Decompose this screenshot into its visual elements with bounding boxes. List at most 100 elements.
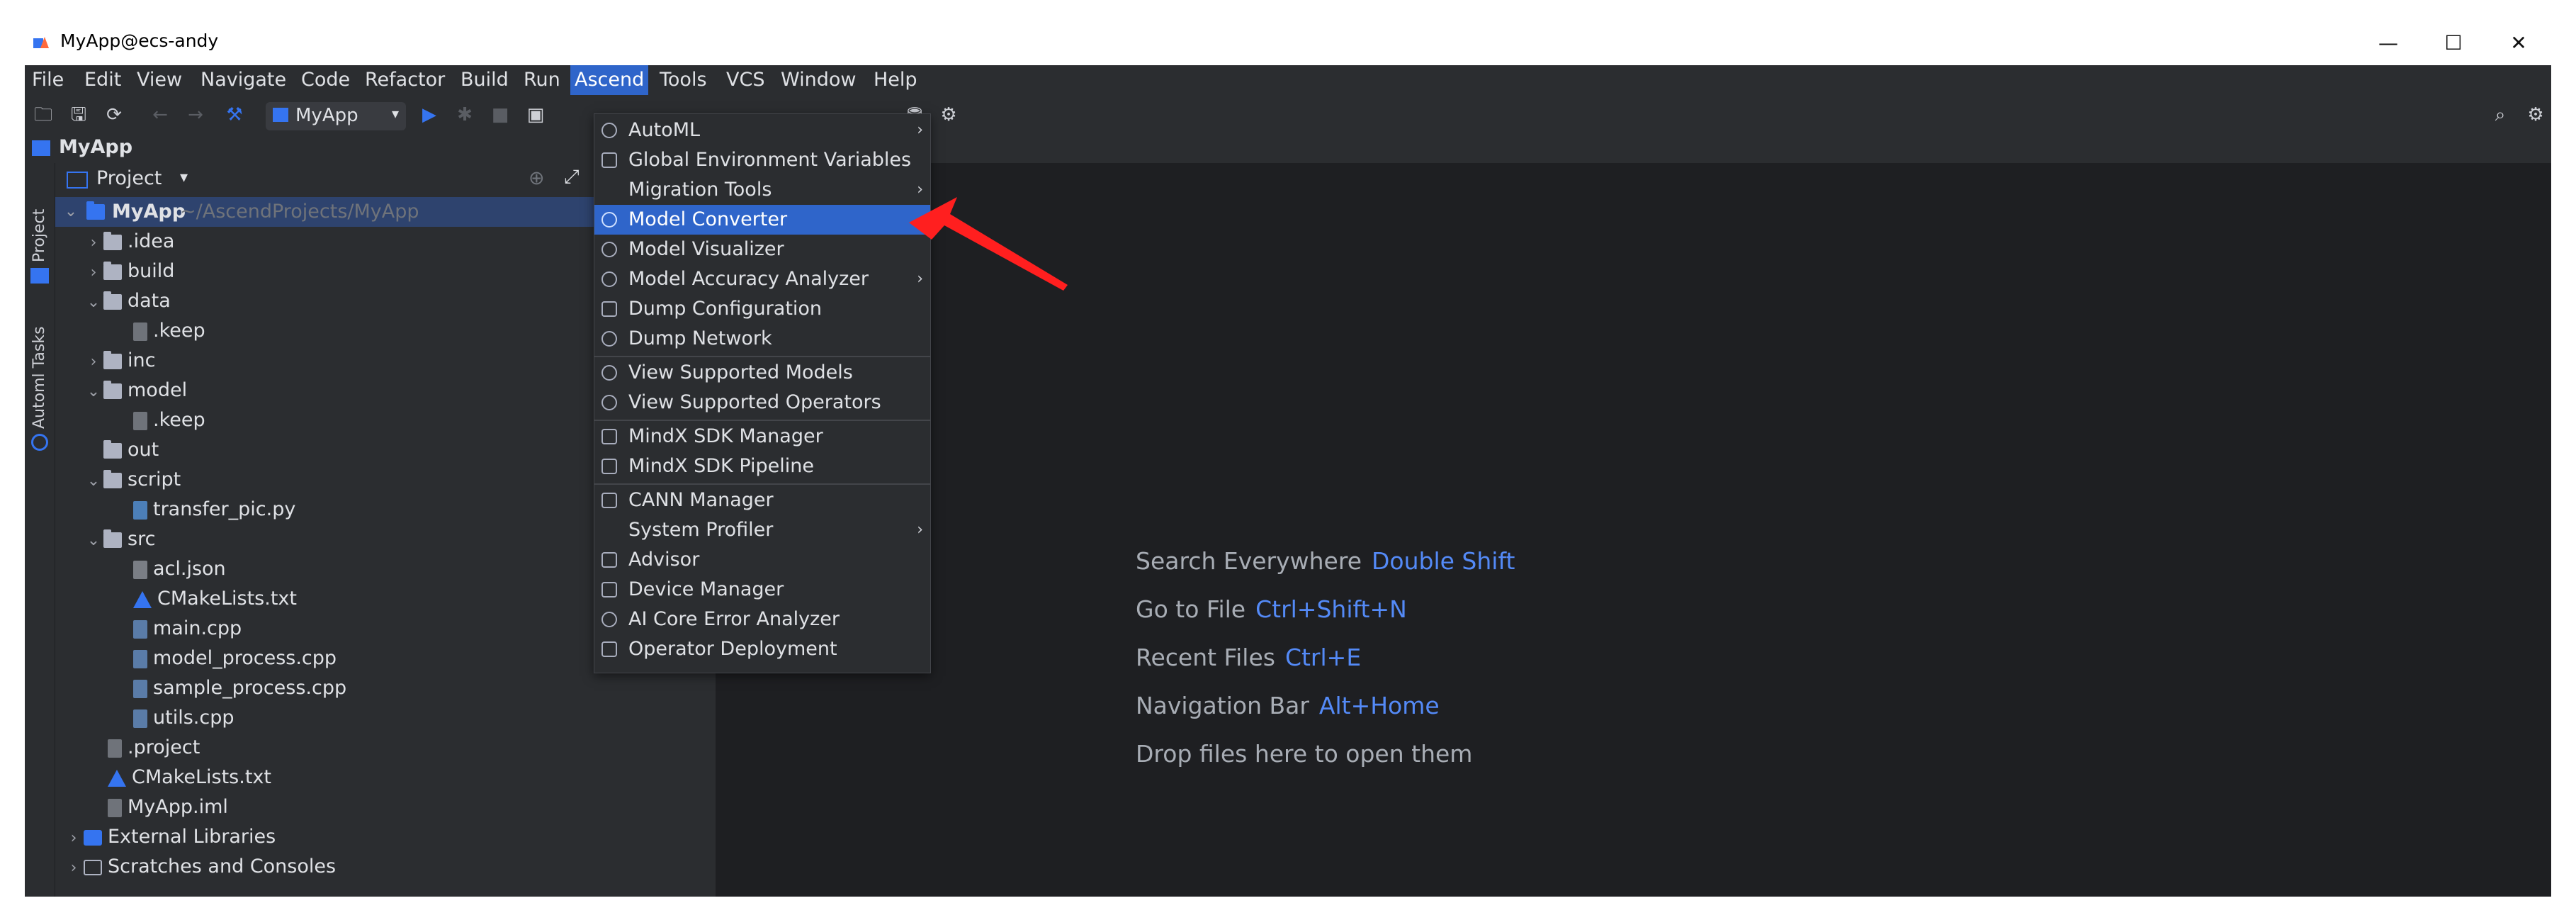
tree-item[interactable]: CMakeLists.txt [108,763,271,792]
tree-item[interactable]: CMakeLists.txt [133,584,297,614]
open-folder-icon[interactable]: 🗀 [32,103,55,126]
tab-automl-tasks[interactable]: Automl Tasks [25,319,55,432]
tree-item[interactable]: ⌄ script [84,465,181,495]
submenu-arrow-icon: › [917,121,923,139]
tree-item[interactable]: › .idea [84,227,175,258]
breadcrumb-project[interactable]: MyApp [59,136,132,158]
tree-item[interactable]: utils.cpp [133,703,234,733]
tree-item[interactable]: acl.json [133,554,226,584]
close-button[interactable]: ✕ [2486,20,2551,65]
tree-item[interactable]: › External Libraries [64,822,276,852]
tree-item[interactable]: .keep [133,405,205,435]
chevron-down-icon: ▾ [391,105,399,122]
tree-item[interactable]: ⌄ model [84,376,187,405]
ide-window: MyApp@ecs-andy — ☐ ✕ File Edit View Navi… [25,20,2551,897]
chevron-expanded-icon[interactable]: ⌄ [84,288,103,318]
menu-item-ai-core-error-analyzer[interactable]: AI Core Error Analyzer [594,605,930,634]
search-icon[interactable]: ⌕ [2489,103,2512,126]
tree-item[interactable]: ⌄ src [84,524,156,556]
chevron-right-icon[interactable]: › [84,228,103,258]
project-structure-icon[interactable]: ▣ [524,103,547,126]
tree-item[interactable]: ⌄ data [84,286,171,316]
tree-item[interactable]: › inc [84,346,156,377]
menu-item-dump-network[interactable]: Dump Network [594,324,930,354]
magnifier-icon [601,365,617,381]
project-tool-icon[interactable] [30,268,49,284]
project-file-icon [108,739,122,758]
automl-icon [601,123,617,138]
menu-item-system-profiler[interactable]: System Profiler › [594,515,930,545]
sync-icon[interactable]: ⟳ [103,103,125,126]
expand-all-icon[interactable]: ⤢ [564,166,580,189]
debug-icon[interactable]: ✱ [453,103,476,126]
tree-item[interactable]: transfer_pic.py [133,495,295,524]
tab-project[interactable]: Project [25,170,55,262]
menu-refactor[interactable]: Refactor [361,65,449,95]
project-view-label[interactable]: Project [96,167,162,189]
run-icon[interactable]: ▶ [418,103,441,126]
tree-item[interactable]: MyApp.iml [108,792,228,822]
menu-item-migration-tools[interactable]: Migration Tools › [594,175,930,205]
build-hammer-icon[interactable]: ⚒ [223,103,246,126]
menu-navigate[interactable]: Navigate [196,65,290,95]
menu-item-dump-configuration[interactable]: Dump Configuration [594,294,930,324]
automl-tasks-icon[interactable] [31,434,48,451]
tree-item[interactable]: out [103,435,159,465]
back-arrow-icon[interactable]: ← [149,103,171,126]
hint-search-everywhere: Search Everywhere Double Shift [1136,547,1515,575]
menu-item-cann-manager[interactable]: CANN Manager [594,486,930,515]
menu-item-global-env-vars[interactable]: Global Environment Variables [594,145,930,175]
menu-item-mindx-sdk-pipeline[interactable]: MindX SDK Pipeline [594,451,930,481]
menu-item-advisor[interactable]: Advisor [594,545,930,575]
submenu-arrow-icon: › [917,521,923,539]
menu-file[interactable]: File [28,65,68,95]
settings-gear-icon[interactable]: ⚙ [2524,103,2547,126]
run-configuration-select[interactable]: MyApp ▾ [266,102,406,130]
tree-item[interactable]: › build [84,257,175,288]
chevron-right-icon[interactable]: › [84,258,103,288]
chevron-down-icon[interactable]: ▾ [180,169,188,186]
menu-item-mindx-sdk-manager[interactable]: MindX SDK Manager [594,422,930,451]
menu-tools[interactable]: Tools [655,65,711,95]
menu-item-model-visualizer[interactable]: Model Visualizer [594,235,930,264]
chevron-right-icon[interactable]: › [64,824,84,853]
menu-item-device-manager[interactable]: Device Manager [594,575,930,605]
device-icon[interactable]: ⚙ [937,103,960,126]
chevron-expanded-icon[interactable]: ⌄ [84,466,103,496]
menu-edit[interactable]: Edit [80,65,125,95]
chevron-right-icon[interactable]: › [84,347,103,377]
maximize-button[interactable]: ☐ [2421,20,2486,65]
minimize-button[interactable]: — [2356,20,2421,65]
menu-run[interactable]: Run [519,65,565,95]
tree-item[interactable]: main.cpp [133,614,242,644]
menu-item-view-supported-operators[interactable]: View Supported Operators [594,388,930,417]
chevron-expanded-icon[interactable]: ⌄ [84,526,103,556]
menu-build[interactable]: Build [456,65,513,95]
operator-deployment-icon [601,641,617,657]
forward-arrow-icon[interactable]: → [184,103,207,126]
tree-item[interactable]: model_process.cpp [133,644,337,673]
stop-icon[interactable]: ■ [489,103,512,126]
chevron-right-icon[interactable]: › [64,853,84,883]
menu-help[interactable]: Help [869,65,922,95]
menu-code[interactable]: Code [297,65,354,95]
tree-item[interactable]: .keep [133,316,205,346]
tree-item[interactable]: › Scratches and Consoles [64,852,336,882]
menu-ascend[interactable]: Ascend [570,65,649,95]
locate-icon[interactable]: ⊕ [529,167,545,189]
menu-item-view-supported-models[interactable]: View Supported Models [594,358,930,388]
menu-vcs[interactable]: VCS [722,65,769,95]
menu-view[interactable]: View [132,65,186,95]
menu-window[interactable]: Window [776,65,860,95]
menu-item-model-accuracy-analyzer[interactable]: Model Accuracy Analyzer › [594,264,930,294]
title-bar: MyApp@ecs-andy — ☐ ✕ [25,20,2551,65]
menu-item-operator-deployment[interactable]: Operator Deployment [594,634,930,664]
chevron-expanded-icon[interactable]: ⌄ [84,377,103,407]
cpp-file-icon [133,709,147,728]
menu-item-automl[interactable]: AutoML › [594,116,930,145]
save-icon[interactable]: 🖫 [67,103,90,126]
tree-item[interactable]: sample_process.cpp [133,673,346,703]
menu-item-model-converter[interactable]: Model Converter [594,205,930,235]
tree-item[interactable]: .project [108,733,200,763]
chevron-expanded-icon[interactable]: ⌄ [61,197,81,227]
